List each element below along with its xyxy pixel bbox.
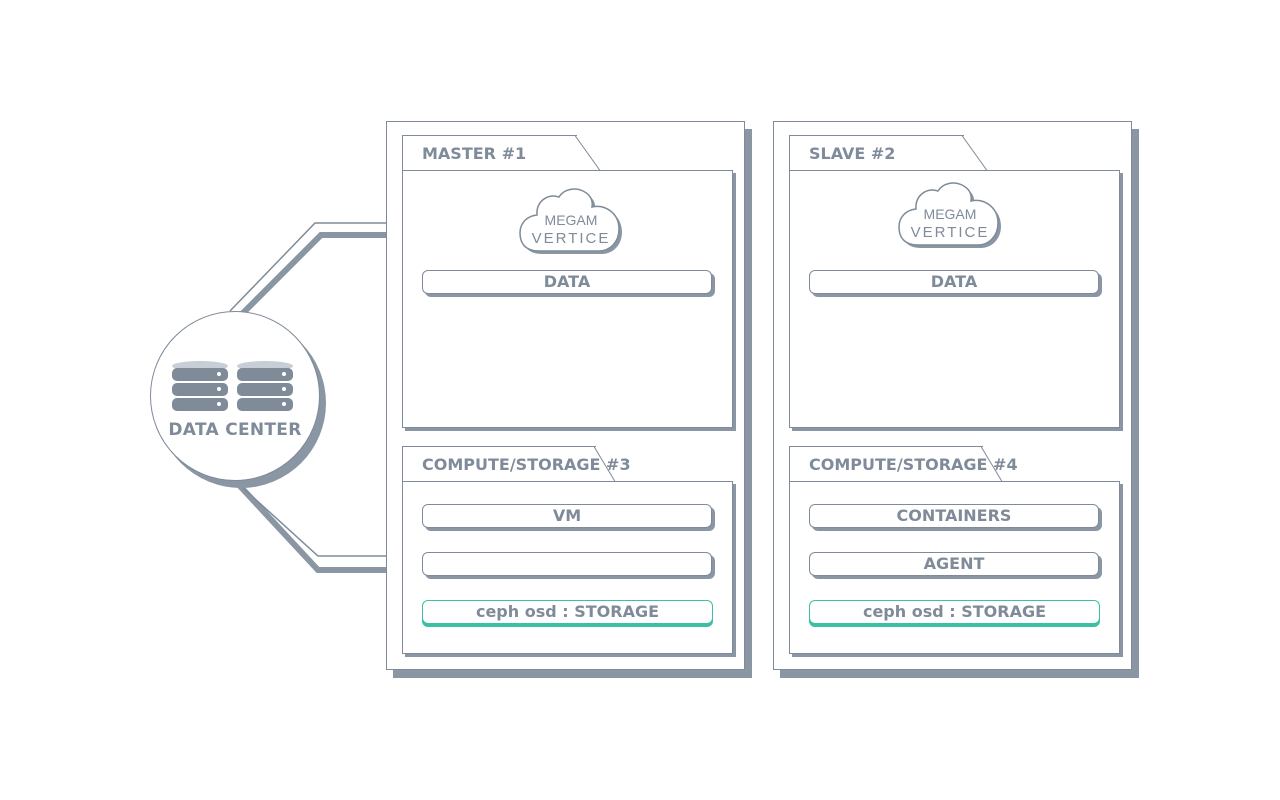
master-data-bar[interactable]: DATA [422,270,712,294]
logo-line1: MEGAM [545,212,598,228]
master-title: MASTER #1 [422,144,527,163]
empty-bar[interactable] [422,552,712,576]
compute4-panel: CONTAINERS AGENT ceph osd : STORAGE [789,481,1120,654]
agent-bar[interactable]: AGENT [809,552,1099,576]
slave-panel: MEGAM VERTICE DATA [789,170,1120,428]
compute4-tab: COMPUTE/STORAGE #4 [789,446,1018,482]
master-tab: MASTER #1 [402,135,577,171]
megam-vertice-logo: MEGAM VERTICE [519,188,622,254]
compute3-panel: VM ceph osd : STORAGE [402,481,733,654]
slave-tab: SLAVE #2 [789,135,964,171]
vm-bar[interactable]: VM [422,504,712,528]
data-center-node[interactable]: DATA CENTER [150,311,320,481]
slave-node[interactable]: SLAVE #2 MEGAM VERTICE DATA COMPUTE/STOR… [773,121,1132,670]
logo-line1: MEGAM [924,206,977,222]
ceph-storage-bar[interactable]: ceph osd : STORAGE [809,600,1100,624]
containers-bar[interactable]: CONTAINERS [809,504,1099,528]
megam-vertice-logo: MEGAM VERTICE [898,182,1001,248]
data-center-label: DATA CENTER [168,420,302,440]
master-panel: MEGAM VERTICE DATA [402,170,733,428]
logo-line2: VERTICE [532,230,611,247]
compute3-tab: COMPUTE/STORAGE #3 [402,446,631,482]
slave-folder: SLAVE #2 MEGAM VERTICE DATA [789,135,1122,431]
master-folder: MASTER #1 MEGAM VERTICE DATA [402,135,735,431]
slave-data-bar[interactable]: DATA [809,270,1099,294]
logo-line2: VERTICE [911,224,990,241]
database-icon [237,361,293,411]
compute3-folder: COMPUTE/STORAGE #3 VM ceph osd : STORAGE [402,446,735,656]
compute4-folder: COMPUTE/STORAGE #4 CONTAINERS AGENT ceph… [789,446,1122,656]
database-icon [172,361,228,411]
master-node[interactable]: MASTER #1 MEGAM VERTICE DATA COMPUTE/STO… [386,121,745,670]
ceph-storage-bar[interactable]: ceph osd : STORAGE [422,600,713,624]
slave-title: SLAVE #2 [809,144,896,163]
